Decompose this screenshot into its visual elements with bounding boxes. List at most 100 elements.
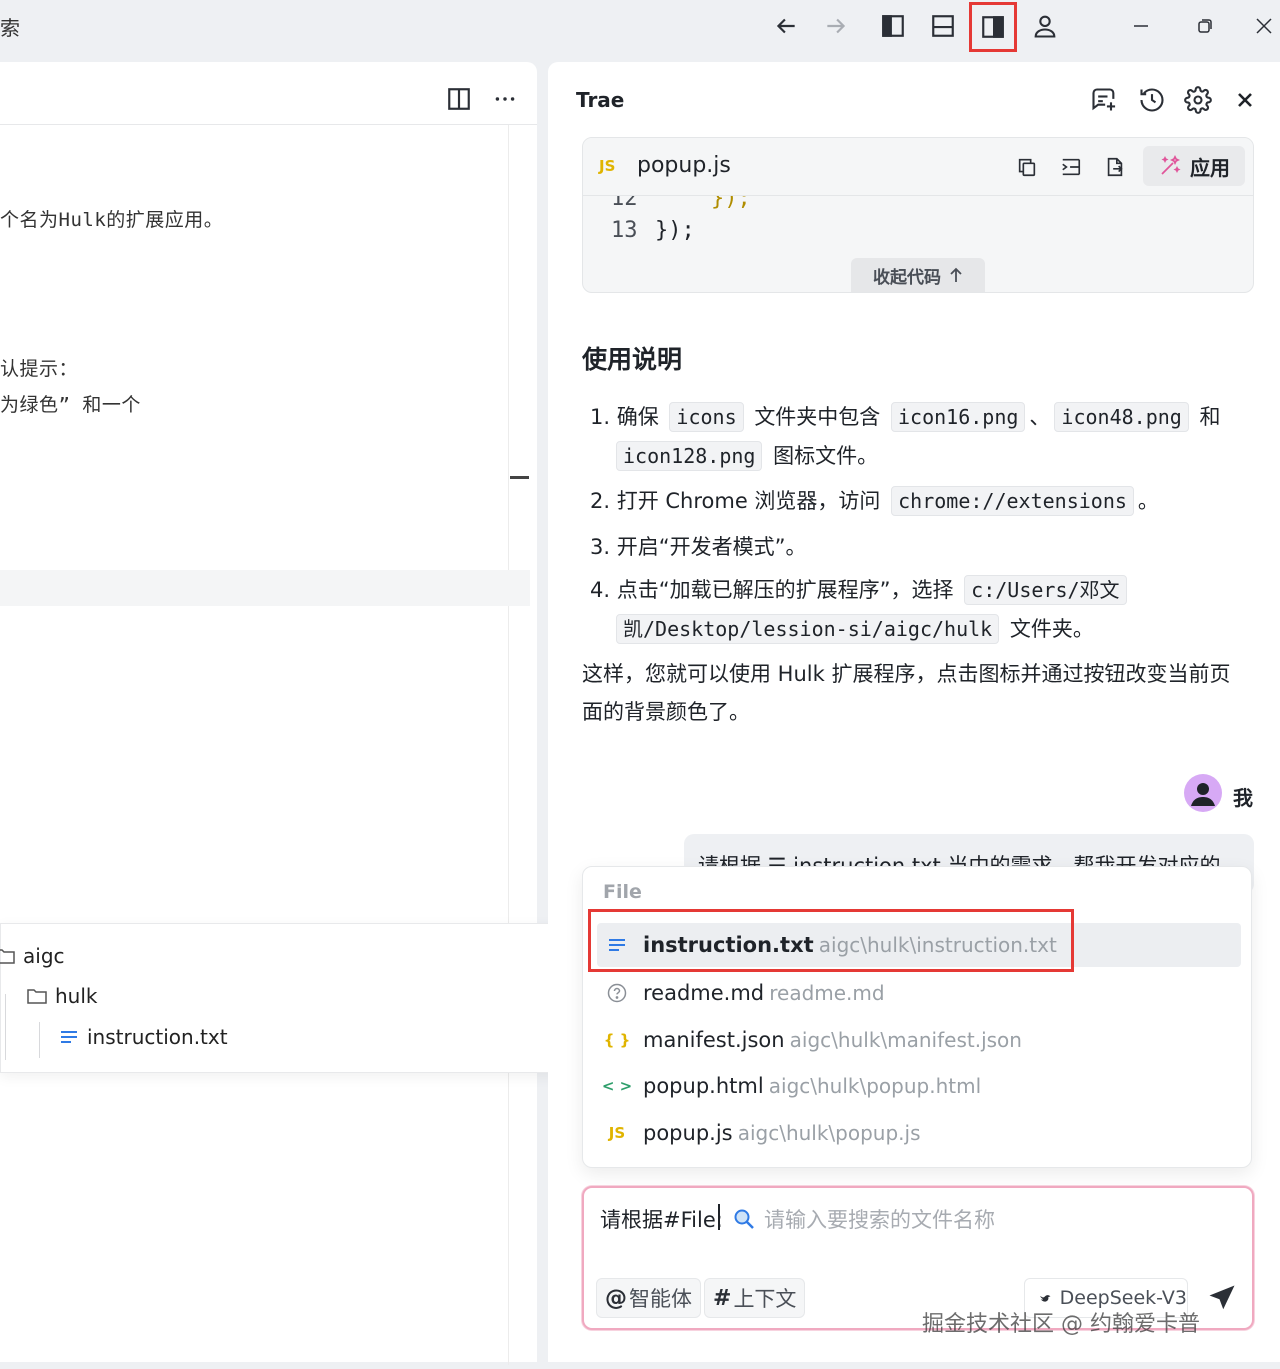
insert-code-button[interactable] <box>1055 151 1087 183</box>
file-option-path: aigc\hulk\popup.html <box>768 1074 982 1098</box>
title-bar: 索 <box>0 0 1280 52</box>
account-button[interactable] <box>1023 4 1067 48</box>
search-box-fragment[interactable]: 索 <box>0 12 20 41</box>
chat-input-value[interactable]: 请根据#File: <box>600 1204 723 1234</box>
magic-wand-icon <box>1161 154 1181 175</box>
minimize-icon <box>1134 25 1148 27</box>
file-option-popup-js[interactable]: JS popup.js aigc\hulk\popup.js <box>597 1111 1241 1155</box>
file-option-manifest-json[interactable]: { } manifest.json aigc\hulk\manifest.jso… <box>597 1018 1241 1062</box>
inline-code: icon48.png <box>1054 402 1189 432</box>
minimize-button[interactable] <box>1119 4 1163 48</box>
editor-panel <box>0 62 537 1362</box>
usage-step-1: 1. 确保 icons 文件夹中包含 icon16.png、 icon48.png… <box>590 402 1221 432</box>
file-option-path: aigc\hulk\popup.js <box>737 1121 921 1145</box>
restore-button[interactable] <box>1183 4 1227 48</box>
code-block-filename[interactable]: popup.js <box>637 153 731 178</box>
ellipsis-icon <box>495 97 515 101</box>
inline-code: icons <box>669 402 744 432</box>
toggle-primary-sidebar-button[interactable] <box>871 4 915 48</box>
back-button[interactable] <box>764 4 808 48</box>
usage-summary-line-2: 面的背景颜色了。 <box>582 700 750 724</box>
new-chat-icon <box>1092 88 1116 111</box>
file-export-icon <box>1107 157 1123 177</box>
watermark: 掘金技术社区 @ 约翰爱卡普 <box>922 1312 1200 1337</box>
new-chat-button[interactable] <box>1088 84 1120 116</box>
arrow-up-icon <box>950 267 962 282</box>
apply-label: 应用 <box>1190 155 1230 180</box>
user-name-label: 我 <box>1233 786 1253 810</box>
split-editor-icon <box>448 88 470 110</box>
inline-code: icon128.png <box>616 441 763 471</box>
send-icon <box>1209 1285 1235 1310</box>
tree-item-instruction-txt[interactable]: instruction.txt <box>59 1025 228 1049</box>
step-text: 2. 打开 Chrome 浏览器，访问 <box>590 489 881 513</box>
more-actions-button[interactable] <box>492 86 518 112</box>
agent-label: 智能体 <box>629 1287 692 1311</box>
file-option-path: readme.md <box>769 981 885 1005</box>
settings-button[interactable] <box>1182 84 1214 116</box>
tree-item-label: aigc <box>23 944 65 968</box>
history-icon <box>1140 88 1164 112</box>
inline-code: icon16.png <box>891 402 1026 432</box>
avatar <box>1184 774 1222 812</box>
step-text: 。 <box>1137 489 1159 513</box>
forward-button[interactable] <box>814 4 858 48</box>
folder-icon <box>0 949 15 964</box>
markdown-file-icon <box>605 983 629 1003</box>
arrow-right-icon <box>827 18 846 34</box>
tree-item-label: hulk <box>55 984 98 1008</box>
step-text: 和 <box>1199 405 1221 429</box>
close-chat-button[interactable] <box>1229 84 1261 116</box>
editor-scroll-marker <box>510 476 529 479</box>
code-line-number: 13 <box>611 218 638 243</box>
json-file-icon: { } <box>603 1031 631 1049</box>
file-search-field[interactable]: 请输入要搜索的文件名称 <box>732 1204 995 1234</box>
context-button[interactable]: # 上下文 <box>704 1278 806 1318</box>
close-window-button[interactable] <box>1248 4 1280 48</box>
split-editor-button[interactable] <box>446 86 472 112</box>
tree-item-label: instruction.txt <box>87 1025 228 1049</box>
file-option-readme-md[interactable]: readme.md readme.md <box>597 971 1241 1015</box>
annotation-highlight-box <box>588 909 1074 972</box>
file-option-name: manifest.json <box>643 1028 785 1052</box>
step-text: 文件夹中包含 <box>754 405 881 429</box>
editor-tabs-divider <box>0 124 537 125</box>
step-text: 文件夹。 <box>1009 617 1094 641</box>
html-file-icon: < > <box>601 1077 633 1095</box>
tree-item-hulk[interactable]: hulk <box>27 984 98 1008</box>
apply-button[interactable]: 应用 <box>1143 146 1245 186</box>
inline-code: 凯/Desktop/lession-si/aigc/hulk <box>616 614 1000 644</box>
usage-step-2: 2. 打开 Chrome 浏览器，访问 chrome://extensions。 <box>590 486 1159 516</box>
agent-button[interactable]: @ 智能体 <box>596 1278 701 1318</box>
deepseek-icon <box>1040 1295 1051 1302</box>
new-file-button[interactable] <box>1099 151 1131 183</box>
panel-right-icon <box>982 16 1004 38</box>
usage-step-3: 3. 开启“开发者模式”。 <box>590 535 807 559</box>
tree-item-aigc[interactable]: aigc <box>0 944 65 968</box>
collapse-code-button[interactable]: 收起代码 <box>851 258 985 292</box>
send-button[interactable] <box>1204 1280 1240 1316</box>
history-button[interactable] <box>1136 84 1168 116</box>
text-caret <box>718 1204 720 1230</box>
context-label: 上下文 <box>733 1287 797 1311</box>
editor-scrollbar-track[interactable] <box>508 125 509 1365</box>
usage-step-4-cont: 凯/Desktop/lession-si/aigc/hulk 文件夹。 <box>616 614 1094 644</box>
toggle-secondary-sidebar-button[interactable] <box>969 2 1017 52</box>
js-file-icon: JS <box>599 157 616 175</box>
editor-current-line-highlight <box>0 570 530 606</box>
file-option-name: readme.md <box>643 981 765 1005</box>
toggle-panel-button[interactable] <box>921 4 965 48</box>
search-icon <box>734 1209 754 1229</box>
file-tree-popover: aigc hulk instruction.txt <box>0 923 566 1073</box>
inline-code: c:/Users/邓文 <box>964 575 1127 605</box>
file-option-popup-html[interactable]: < > popup.html aigc\hulk\popup.html <box>597 1064 1241 1108</box>
inline-code[interactable]: chrome://extensions <box>891 486 1134 516</box>
js-file-icon: JS <box>608 1124 626 1142</box>
editor-text-line-2: 认提示： <box>0 358 79 380</box>
step-text: 1. 确保 <box>590 405 659 429</box>
file-option-name: popup.js <box>643 1121 733 1145</box>
close-icon <box>1256 18 1272 34</box>
usage-heading: 使用说明 <box>582 345 683 374</box>
copy-code-button[interactable] <box>1011 151 1043 183</box>
editor-text-line-1: 个名为Hulk的扩展应用。 <box>0 209 224 231</box>
